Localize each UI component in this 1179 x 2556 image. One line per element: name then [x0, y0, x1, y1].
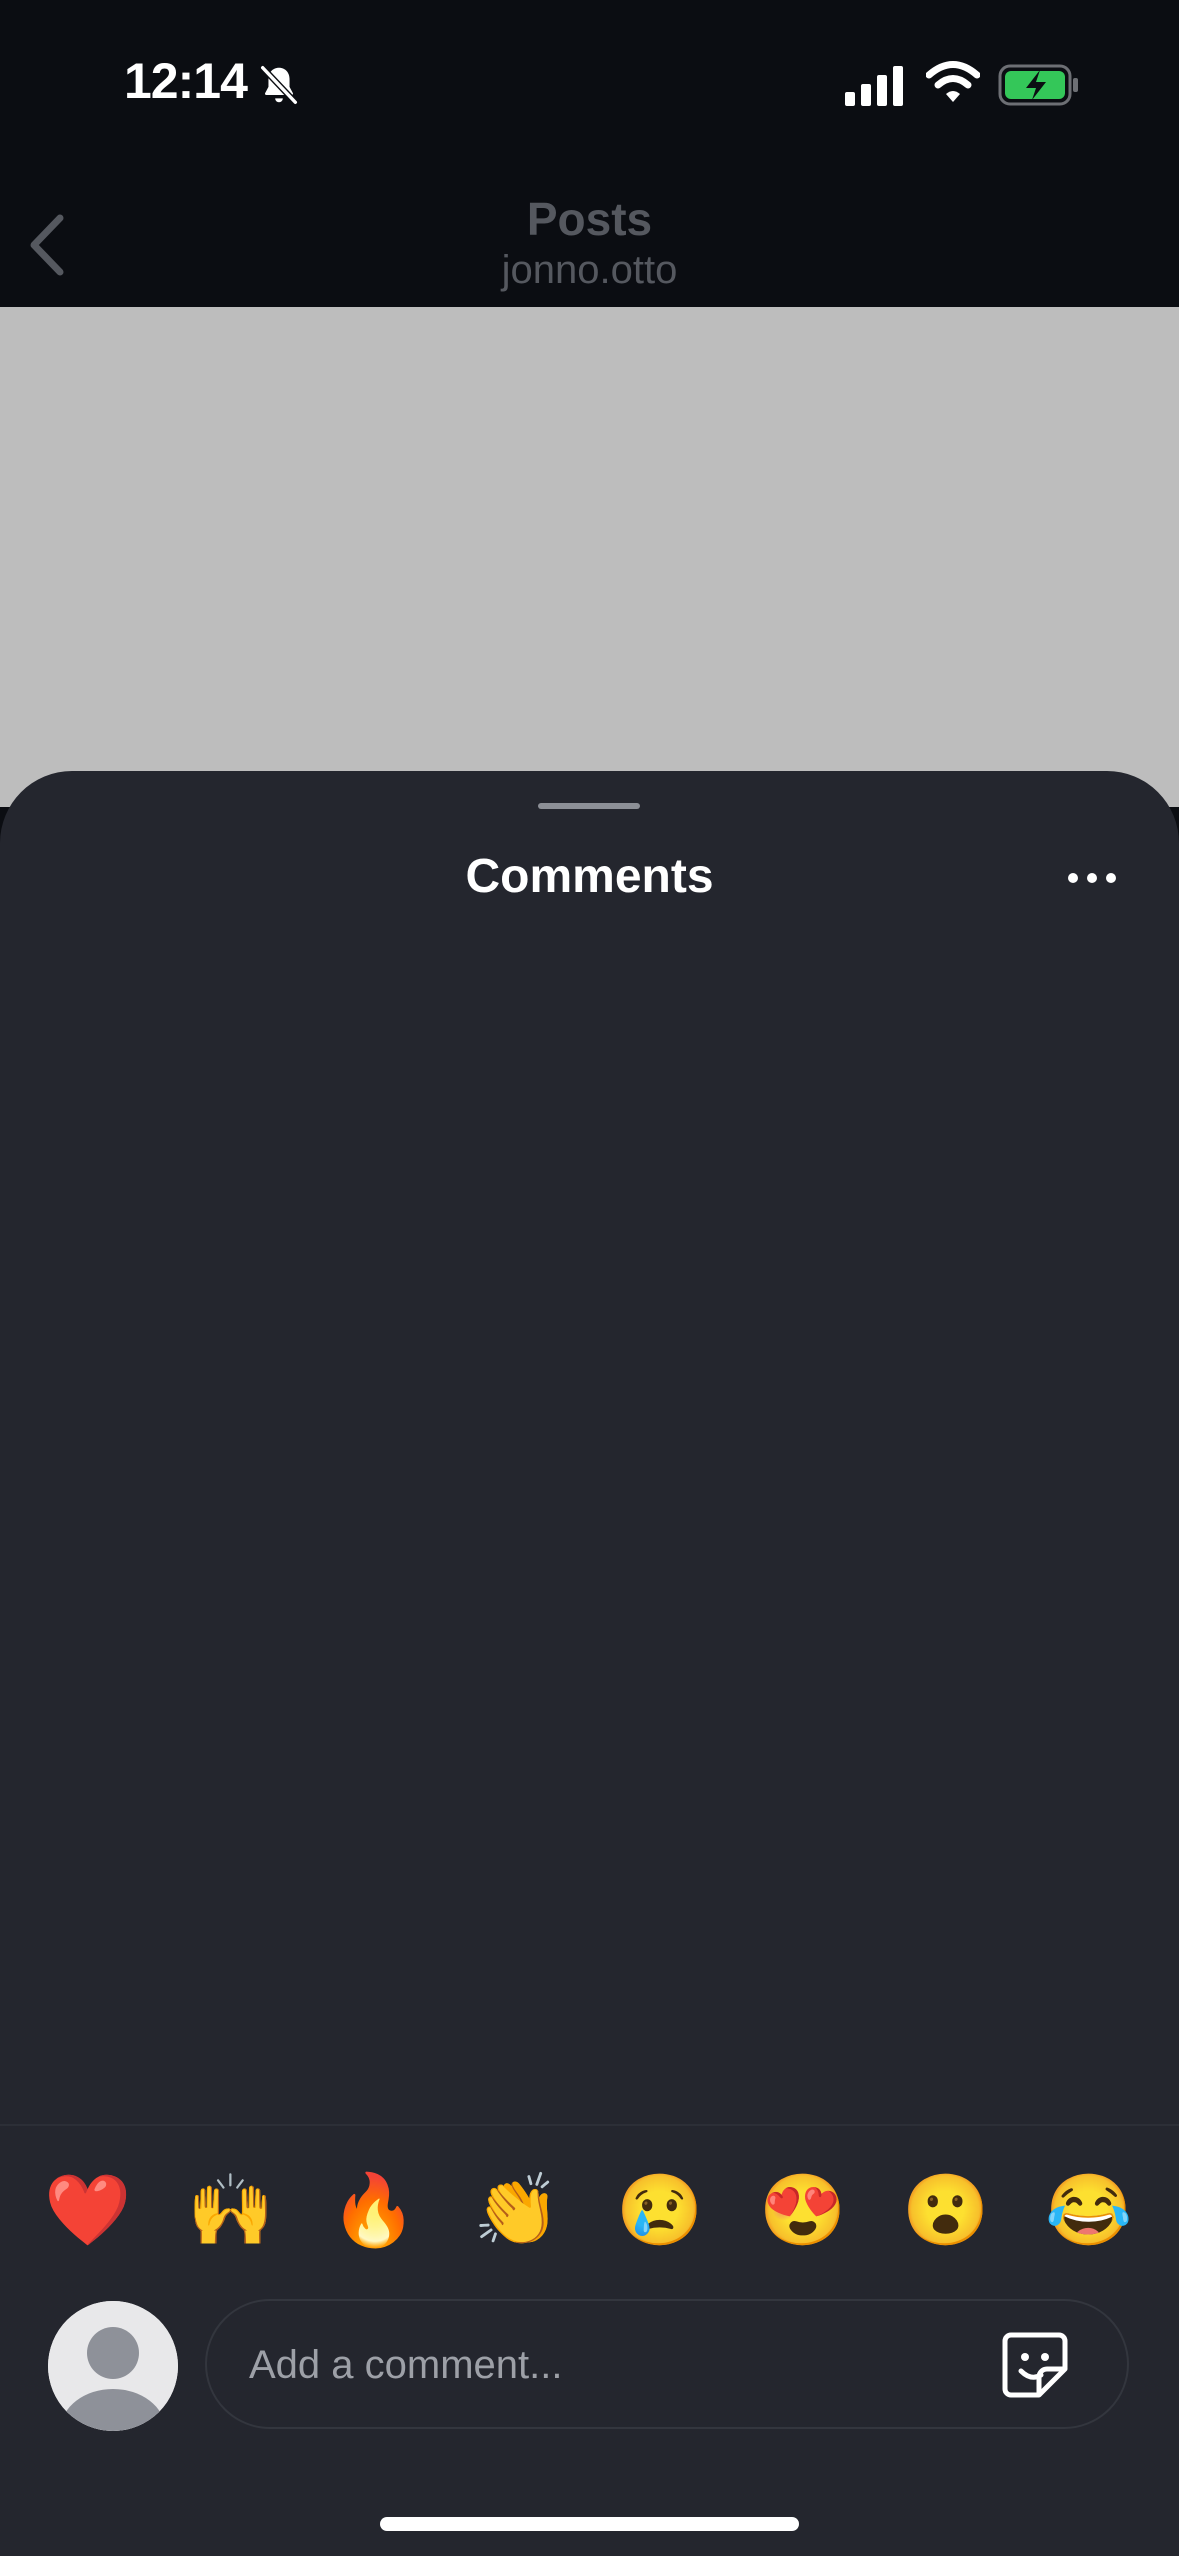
post-backdrop[interactable] [0, 307, 1179, 807]
reaction-laughing[interactable]: 😂 [1039, 2165, 1139, 2255]
sticker-icon[interactable] [997, 2327, 1073, 2403]
divider [0, 2124, 1179, 2126]
sheet-grabber[interactable] [538, 803, 640, 809]
battery-charging-icon [998, 64, 1078, 106]
sheet-title: Comments [465, 850, 714, 903]
reaction-cry[interactable]: 😢 [610, 2165, 710, 2255]
comments-sheet: Comments [0, 771, 1179, 2556]
reaction-heart[interactable]: ❤️ [38, 2165, 138, 2255]
bell-slash-icon [260, 65, 298, 105]
reaction-surprised[interactable]: 😮 [896, 2165, 996, 2255]
default-avatar-icon [48, 2301, 178, 2431]
reaction-raised-hands[interactable]: 🙌 [181, 2165, 281, 2255]
status-bar: 12:14 [0, 0, 1179, 170]
page-title: Posts [526, 193, 653, 245]
cellular-signal-icon [845, 66, 903, 106]
comment-input[interactable] [247, 2301, 971, 2429]
reaction-fire[interactable]: 🔥 [324, 2165, 424, 2255]
status-time: 12:14 [124, 53, 248, 109]
quick-reactions: ❤️ 🙌 🔥 👏 😢 😍 😮 😂 [0, 2165, 1179, 2255]
navigation-bar: Posts jonno.otto [0, 170, 1179, 307]
wifi-icon [926, 61, 980, 102]
comment-composer [205, 2299, 1129, 2429]
home-indicator [380, 2517, 799, 2531]
reaction-heart-eyes[interactable]: 😍 [753, 2165, 853, 2255]
avatar [48, 2301, 178, 2431]
page-subtitle: jonno.otto [501, 248, 678, 292]
more-horizontal-icon[interactable] [1068, 873, 1116, 883]
reaction-clap[interactable]: 👏 [467, 2165, 567, 2255]
